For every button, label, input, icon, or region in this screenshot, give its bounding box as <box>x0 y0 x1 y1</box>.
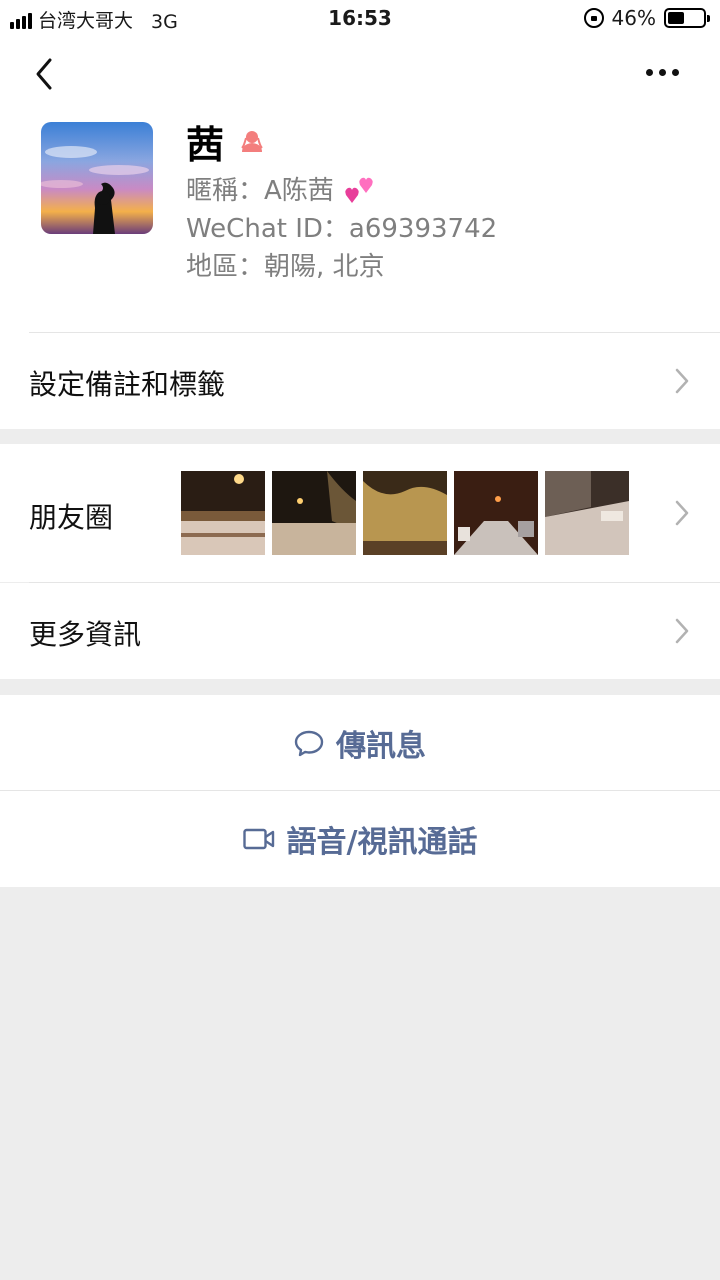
more-info-label: 更多資訊 <box>29 618 142 651</box>
chevron-right-icon <box>675 500 689 526</box>
status-bar: 台湾大哥大 3G 16:53 46% <box>0 0 720 36</box>
battery-level <box>668 12 684 24</box>
send-message-label: 傳訊息 <box>336 728 426 764</box>
more-dot <box>659 68 666 76</box>
back-button[interactable] <box>28 54 64 94</box>
nickname-line: 暱稱：A陈茜 <box>186 170 378 207</box>
moments-thumbnails <box>181 471 629 555</box>
more-button[interactable] <box>646 66 686 78</box>
more-dots-icon <box>646 68 653 76</box>
more-info-cell[interactable]: 更多資訊 <box>0 583 720 679</box>
avatar-image <box>41 122 153 234</box>
status-bar-right: 46% <box>583 6 710 30</box>
call-label: 語音/視訊通話 <box>286 825 478 860</box>
moment-thumb <box>545 471 629 555</box>
battery-percent: 46% <box>611 6 656 30</box>
moment-thumb <box>363 471 447 555</box>
chevron-right-icon <box>675 368 689 394</box>
remark-label: 設定備註和標籤 <box>29 368 226 401</box>
rotation-lock-icon <box>583 8 604 28</box>
wechat-id: WeChat ID：a69393742 <box>186 214 498 244</box>
chat-bubble-icon <box>294 730 324 756</box>
two-hearts-icon <box>345 177 373 203</box>
voice-video-call-button[interactable]: 語音/視訊通話 <box>0 791 720 887</box>
more-dot <box>672 68 679 76</box>
send-message-button[interactable]: 傳訊息 <box>0 695 720 790</box>
chevron-left-icon <box>36 58 52 90</box>
moment-thumb <box>272 471 356 555</box>
name-row: 茜 <box>186 114 266 169</box>
chevron-right-icon <box>675 618 689 644</box>
video-camera-icon <box>242 828 274 850</box>
avatar[interactable] <box>41 122 153 234</box>
nickname: 暱稱：A陈茜 <box>186 176 334 206</box>
contact-name: 茜 <box>186 123 225 167</box>
moments-label: 朋友圈 <box>29 501 114 534</box>
moment-thumb <box>454 471 538 555</box>
moment-thumb <box>181 471 265 555</box>
battery-icon <box>664 8 710 28</box>
remark-cell[interactable]: 設定備註和標籤 <box>0 333 720 429</box>
region: 地區：朝陽, 北京 <box>186 252 385 282</box>
moments-cell[interactable]: 朋友圈 <box>0 444 720 582</box>
female-icon <box>241 130 263 152</box>
